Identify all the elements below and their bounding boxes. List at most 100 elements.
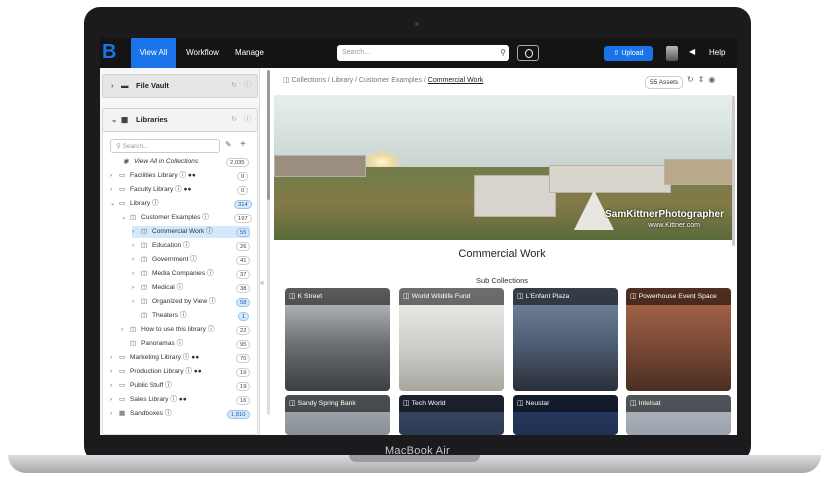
hero-watermark: SamKittnerPhotographer bbox=[605, 209, 724, 220]
library-search-input[interactable]: ⚲ Search... bbox=[110, 139, 220, 153]
info-icon[interactable]: ⓘ bbox=[183, 354, 190, 361]
count-badge: 70 bbox=[236, 354, 251, 363]
chevron-right-icon[interactable]: › bbox=[110, 170, 119, 182]
nav-workflow[interactable]: Workflow bbox=[180, 38, 225, 68]
breadcrumb-item[interactable]: Collections bbox=[292, 77, 326, 84]
tree-item-marketing-library[interactable]: › ▭ Marketing Library ⓘ ●● bbox=[110, 352, 250, 364]
tree-item-theaters[interactable]: ◫ Theaters ⓘ bbox=[132, 310, 250, 322]
chevron-right-icon[interactable]: › bbox=[132, 268, 141, 280]
add-icon[interactable]: + bbox=[240, 139, 246, 150]
chevron-right-icon[interactable]: › bbox=[110, 352, 119, 364]
chevron-right-icon[interactable]: › bbox=[132, 254, 141, 266]
chevron-right-icon[interactable]: › bbox=[132, 296, 141, 308]
breadcrumb-current[interactable]: Commercial Work bbox=[428, 77, 484, 84]
subcollection-tile-intelsat[interactable]: ◫ Intelsat bbox=[626, 395, 731, 435]
tree-item-faculty-library[interactable]: › ▭ Faculty Library ⓘ ●● bbox=[110, 184, 250, 196]
chevron-right-icon[interactable]: › bbox=[132, 282, 141, 294]
info-icon[interactable]: ⓘ bbox=[177, 284, 184, 291]
tree-item-library[interactable]: ⌄ ▭ Library ⓘ bbox=[110, 198, 250, 210]
count-badge: 1 bbox=[238, 312, 250, 321]
chevron-right-icon[interactable]: › bbox=[110, 408, 119, 420]
info-icon[interactable]: ⓘ bbox=[152, 200, 159, 207]
nav-view-all[interactable]: View All bbox=[131, 38, 176, 68]
info-icon[interactable]: ⓘ bbox=[165, 410, 172, 417]
chevron-right-icon[interactable]: › bbox=[110, 380, 119, 392]
edit-icon[interactable]: ✎ bbox=[225, 140, 232, 149]
tree-item-how-to-use[interactable]: › ◫ How to use this library ⓘ bbox=[121, 324, 251, 336]
info-icon[interactable]: ⓘ bbox=[177, 340, 184, 347]
tree-item-government[interactable]: › ◫ Government ⓘ bbox=[132, 254, 250, 266]
subcollection-tile-powerhouse-event-space[interactable]: ◫ Powerhouse Event Space bbox=[626, 288, 731, 391]
info-icon[interactable]: ⓘ bbox=[202, 214, 209, 221]
info-icon[interactable]: ⓘ bbox=[165, 382, 172, 389]
tree-item-media-companies[interactable]: › ◫ Media Companies ⓘ bbox=[132, 268, 250, 280]
global-search-input[interactable]: Search... ⚲ bbox=[337, 45, 509, 61]
tree-item-medical[interactable]: › ◫ Medical ⓘ bbox=[132, 282, 250, 294]
tree-item-commercial-work[interactable]: › ◫ Commercial Work ⓘ bbox=[132, 226, 250, 238]
chevron-down-icon[interactable]: ⌄ bbox=[110, 198, 119, 210]
info-icon[interactable]: ⓘ bbox=[183, 242, 190, 249]
chevron-down-icon[interactable]: ⌄ bbox=[111, 109, 117, 131]
tree-item-education[interactable]: › ◫ Education ⓘ bbox=[132, 240, 250, 252]
chevron-down-icon[interactable]: ⌄ bbox=[121, 212, 130, 224]
tree-item-organized-by-view[interactable]: › ◫ Organized by View ⓘ bbox=[132, 296, 250, 308]
info-icon[interactable]: ⓘ bbox=[190, 256, 197, 263]
subcollection-tile-k-street[interactable]: ◫ K Street bbox=[285, 288, 390, 391]
sidebar-scrollbar[interactable] bbox=[267, 70, 270, 415]
tree-label: Theaters bbox=[152, 312, 179, 319]
avatar[interactable] bbox=[666, 46, 678, 61]
subcollection-tile-neustar[interactable]: ◫ Neustar bbox=[513, 395, 618, 435]
upload-button[interactable]: ⇧ Upload bbox=[604, 46, 653, 61]
breadcrumb-item[interactable]: Library bbox=[332, 77, 353, 84]
app-logo[interactable]: B bbox=[102, 41, 116, 64]
info-icon[interactable]: ⓘ bbox=[170, 396, 177, 403]
megaphone-icon[interactable]: ◀ bbox=[689, 48, 697, 56]
chevron-right-icon[interactable]: › bbox=[132, 240, 141, 252]
info-icon[interactable]: ⓘ bbox=[175, 186, 182, 193]
subcollection-tile-lenfant-plaza[interactable]: ◫ L'Enfant Plaza bbox=[513, 288, 618, 391]
main-scrollbar[interactable] bbox=[732, 96, 735, 246]
help-link[interactable]: Help bbox=[709, 38, 725, 68]
count-badge: 41 bbox=[236, 256, 251, 265]
libraries-panel-header[interactable]: ⌄ ▦ Libraries ↻ ⓘ bbox=[102, 108, 258, 132]
count-badge: 16 bbox=[236, 396, 251, 405]
info-icon[interactable]: ⓘ bbox=[244, 109, 251, 131]
lightbulb-icon[interactable] bbox=[517, 45, 539, 61]
info-icon[interactable]: ⓘ bbox=[206, 228, 213, 235]
info-icon[interactable]: ⓘ bbox=[244, 75, 251, 97]
eye-icon[interactable]: ◉ bbox=[708, 75, 719, 84]
chevron-right-icon[interactable]: › bbox=[132, 226, 141, 238]
tree-item-customer-examples[interactable]: ⌄ ◫ Customer Examples ⓘ bbox=[121, 212, 251, 224]
tree-item-facilities-library[interactable]: › ▭ Facilities Library ⓘ ●● bbox=[110, 170, 250, 182]
collapse-sidebar-icon[interactable]: « bbox=[260, 278, 264, 287]
asset-count-badge[interactable]: 55 Assets bbox=[645, 76, 684, 89]
collection-icon: ◫ bbox=[130, 326, 137, 333]
nav-manage[interactable]: Manage bbox=[227, 38, 272, 68]
subcollection-tile-tech-world[interactable]: ◫ Tech World bbox=[399, 395, 504, 435]
subcollection-tile-world-wildlife-fund[interactable]: ◫ World Wildlife Fund bbox=[399, 288, 504, 391]
refresh-icon[interactable]: ↻ bbox=[231, 109, 237, 131]
refresh-icon[interactable]: ↻ bbox=[231, 75, 237, 97]
file-vault-panel[interactable]: › ▬ File Vault ↻ ⓘ bbox=[102, 74, 258, 98]
top-bar: B View All Workflow Manage Search... ⚲ ⇧… bbox=[100, 38, 737, 68]
chevron-right-icon[interactable]: › bbox=[110, 394, 119, 406]
info-icon[interactable]: ⓘ bbox=[209, 298, 216, 305]
sort-icon[interactable]: ⇕ bbox=[698, 75, 709, 84]
subcollection-tile-sandy-spring-bank[interactable]: ◫ Sandy Spring Bank bbox=[285, 395, 390, 435]
info-icon[interactable]: ⓘ bbox=[208, 326, 215, 333]
info-icon[interactable]: ⓘ bbox=[179, 172, 186, 179]
tree-item-panoramas[interactable]: ◫ Panoramas ⓘ bbox=[121, 338, 251, 350]
chevron-right-icon[interactable]: › bbox=[121, 324, 130, 336]
info-icon[interactable]: ⓘ bbox=[180, 312, 187, 319]
chevron-right-icon[interactable]: › bbox=[110, 184, 119, 196]
tree-item-public-stuff[interactable]: › ▭ Public Stuff ⓘ bbox=[110, 380, 250, 392]
chevron-right-icon[interactable]: › bbox=[110, 366, 119, 378]
tree-item-sales-library[interactable]: › ▭ Sales Library ⓘ ●● bbox=[110, 394, 250, 406]
info-icon[interactable]: ⓘ bbox=[185, 368, 192, 375]
breadcrumb-item[interactable]: Customer Examples bbox=[359, 77, 422, 84]
search-icon[interactable]: ⚲ bbox=[500, 45, 506, 61]
info-icon[interactable]: ⓘ bbox=[207, 270, 214, 277]
tree-item-production-library[interactable]: › ▭ Production Library ⓘ ●● bbox=[110, 366, 250, 378]
chevron-right-icon[interactable]: › bbox=[111, 75, 114, 97]
refresh-icon[interactable]: ↻ bbox=[687, 75, 698, 84]
